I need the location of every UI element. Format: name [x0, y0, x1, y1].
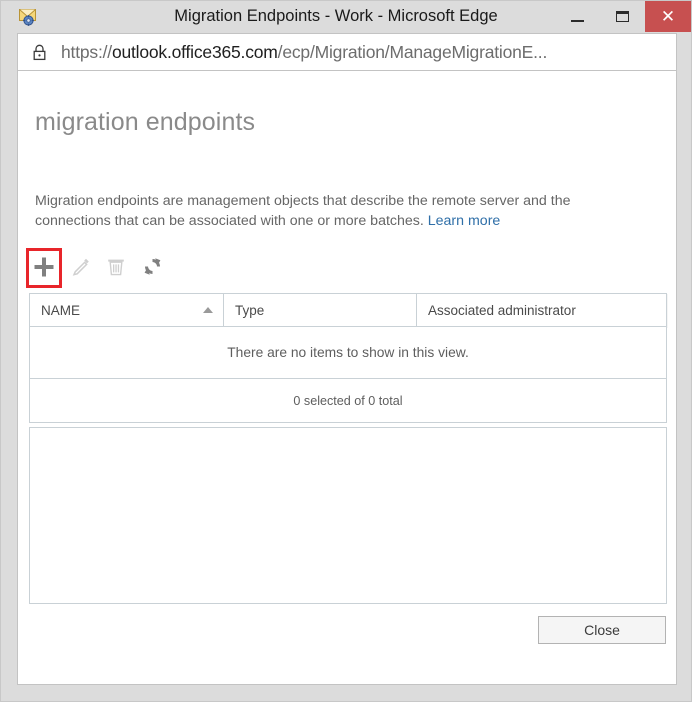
grid-header-row: NAME Type Associated administrator: [29, 293, 667, 327]
url-path: /ecp/Migration/ManageMigrationE...: [277, 41, 548, 62]
page-content: migration endpoints Migration endpoints …: [17, 71, 677, 685]
page-title: migration endpoints: [35, 108, 256, 136]
page-description: Migration endpoints are management objec…: [35, 191, 613, 231]
dialog-footer: Close: [18, 616, 676, 662]
grid-toolbar: [26, 247, 170, 289]
learn-more-link[interactable]: Learn more: [428, 213, 501, 229]
trash-icon: [107, 257, 125, 279]
pencil-icon: [71, 257, 90, 279]
column-header-name-label: NAME: [41, 302, 81, 318]
lock-icon: [32, 44, 47, 61]
plus-icon: [33, 256, 55, 281]
window-controls: ✕: [555, 1, 691, 32]
column-header-associated-administrator-label: Associated administrator: [428, 302, 576, 318]
grid-status-bar: 0 selected of 0 total: [29, 379, 667, 423]
refresh-button[interactable]: [134, 248, 170, 288]
address-bar[interactable]: https://outlook.office365.com/ecp/Migrat…: [17, 33, 677, 71]
endpoints-grid: NAME Type Associated administrator There…: [29, 293, 667, 423]
column-header-type[interactable]: Type: [224, 294, 417, 326]
maximize-icon: [616, 11, 629, 22]
close-icon: ✕: [660, 7, 676, 26]
minimize-button[interactable]: [555, 1, 600, 32]
close-window-button[interactable]: ✕: [645, 1, 691, 32]
title-bar: Migration Endpoints - Work - Microsoft E…: [1, 1, 691, 32]
edit-endpoint-button[interactable]: [62, 248, 98, 288]
column-header-type-label: Type: [235, 302, 265, 318]
minimize-icon: [571, 19, 584, 22]
sort-ascending-icon: [203, 307, 213, 313]
url-scheme: https://: [61, 41, 112, 62]
grid-empty-message: There are no items to show in this view.: [29, 327, 667, 379]
url-host: outlook.office365.com: [111, 41, 278, 62]
browser-window: Migration Endpoints - Work - Microsoft E…: [0, 0, 692, 702]
refresh-icon: [143, 257, 162, 279]
new-endpoint-button[interactable]: [26, 248, 62, 288]
url-text: https://outlook.office365.com/ecp/Migrat…: [61, 42, 547, 63]
column-header-name[interactable]: NAME: [30, 294, 224, 326]
close-button[interactable]: Close: [538, 616, 666, 644]
column-header-associated-administrator[interactable]: Associated administrator: [417, 294, 666, 326]
delete-endpoint-button[interactable]: [98, 248, 134, 288]
details-pane: [29, 427, 667, 604]
maximize-button[interactable]: [600, 1, 645, 32]
